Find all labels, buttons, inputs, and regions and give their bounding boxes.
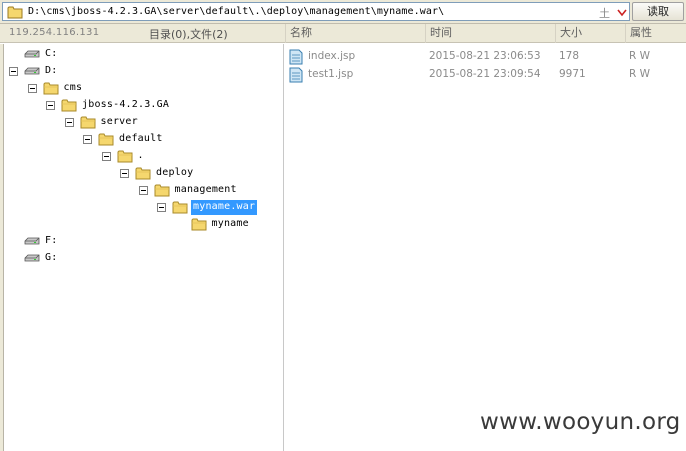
folder-icon — [154, 184, 169, 197]
drive-icon — [24, 67, 40, 75]
tree-node-label: deploy — [156, 167, 194, 178]
tree-node-label: myname.war — [191, 200, 258, 215]
status-bar: 119.254.116.131 目录(0),文件(2) 名称 时间 大小 属性 — [0, 24, 686, 43]
chevron-down-icon[interactable] — [615, 6, 629, 19]
tree-node-folder[interactable]: cms — [0, 80, 284, 97]
address-bar: D:\cms\jboss-4.2.3.GA\server\default\.\d… — [0, 0, 686, 24]
jsp-file-icon — [289, 67, 303, 83]
item-count: 目录(0),文件(2) — [149, 28, 228, 41]
tree-node-folder[interactable]: myname.war — [0, 199, 284, 216]
file-time: 2015-08-21 23:09:54 — [429, 68, 541, 80]
watermark: www.wooyun.org — [480, 409, 681, 435]
jsp-file-icon — [289, 49, 303, 65]
drive-icon — [24, 237, 40, 245]
collapse-box-icon[interactable] — [157, 203, 166, 212]
read-button[interactable]: 读取 — [632, 2, 684, 21]
file-name: test1.jsp — [308, 68, 354, 80]
file-time: 2015-08-21 23:06:53 — [429, 50, 541, 62]
tree-node-folder[interactable]: . — [0, 148, 284, 165]
tree-node-label: myname — [211, 218, 249, 229]
drive-icon — [24, 50, 40, 58]
collapse-box-icon[interactable] — [83, 135, 92, 144]
collapse-box-icon[interactable] — [120, 169, 129, 178]
folder-icon — [117, 150, 132, 163]
file-size: 178 — [559, 50, 580, 62]
tree-node-label: jboss-4.2.3.GA — [82, 99, 170, 110]
file-name: index.jsp — [308, 50, 356, 62]
file-row[interactable]: index.jsp 2015-08-21 23:06:53 178 R W — [285, 48, 686, 66]
folder-icon — [191, 218, 206, 231]
folder-icon — [7, 6, 23, 19]
tree-node-label: C: — [45, 48, 58, 59]
tree-node-label: default — [119, 133, 163, 144]
folder-icon — [61, 99, 77, 112]
column-header-size[interactable]: 大小 — [555, 24, 625, 43]
folder-icon — [135, 167, 151, 180]
column-header-name[interactable]: 名称 — [285, 24, 425, 43]
file-size: 9971 — [559, 68, 586, 80]
tree-node-drive[interactable]: C: — [0, 46, 284, 63]
path-combobox[interactable]: D:\cms\jboss-4.2.3.GA\server\default\.\d… — [2, 2, 630, 21]
tree-node-label: G: — [45, 252, 58, 263]
column-header-attr[interactable]: 属性 — [625, 24, 686, 43]
tree-node-drive[interactable]: D: — [0, 63, 284, 80]
file-attr: R W — [629, 50, 651, 62]
collapse-box-icon[interactable] — [101, 152, 111, 161]
path-plus-glyph: 土 — [599, 7, 610, 20]
file-row[interactable]: test1.jsp 2015-08-21 23:09:54 9971 R W — [285, 66, 686, 84]
tree-node-folder[interactable]: default — [0, 131, 284, 148]
tree-node-label: server — [100, 116, 138, 127]
tree-node-label: management — [174, 184, 237, 195]
folder-icon — [43, 82, 58, 95]
tree-node-label: D: — [45, 65, 58, 76]
tree-node-label: cms — [63, 82, 83, 93]
collapse-box-icon[interactable] — [138, 186, 148, 195]
collapse-box-icon[interactable] — [27, 84, 37, 93]
tree-node-folder[interactable]: server — [0, 114, 284, 131]
collapse-box-icon[interactable] — [46, 101, 55, 110]
file-attr: R W — [629, 68, 651, 80]
collapse-box-icon[interactable] — [9, 67, 18, 76]
tree-node-drive[interactable]: G: — [0, 250, 284, 267]
folder-icon — [98, 133, 114, 146]
folder-icon — [172, 201, 188, 214]
file-list[interactable]: index.jsp 2015-08-21 23:06:53 178 R W te… — [285, 44, 686, 451]
drive-icon — [24, 254, 40, 262]
tree-node-folder[interactable]: deploy — [0, 165, 284, 182]
tree-node-drive[interactable]: F: — [0, 233, 284, 250]
tree-node-folder[interactable]: management — [0, 182, 284, 199]
tree-node-label: . — [137, 150, 144, 161]
folder-icon — [80, 116, 95, 129]
path-text[interactable]: D:\cms\jboss-4.2.3.GA\server\default\.\d… — [28, 6, 444, 17]
server-ip: 119.254.116.131 — [9, 27, 100, 38]
tree-node-label: F: — [45, 235, 58, 246]
tree-node-folder[interactable]: jboss-4.2.3.GA — [0, 97, 284, 114]
collapse-box-icon[interactable] — [64, 118, 74, 127]
tree-node-folder[interactable]: myname — [0, 216, 284, 233]
column-header-time[interactable]: 时间 — [425, 24, 555, 43]
